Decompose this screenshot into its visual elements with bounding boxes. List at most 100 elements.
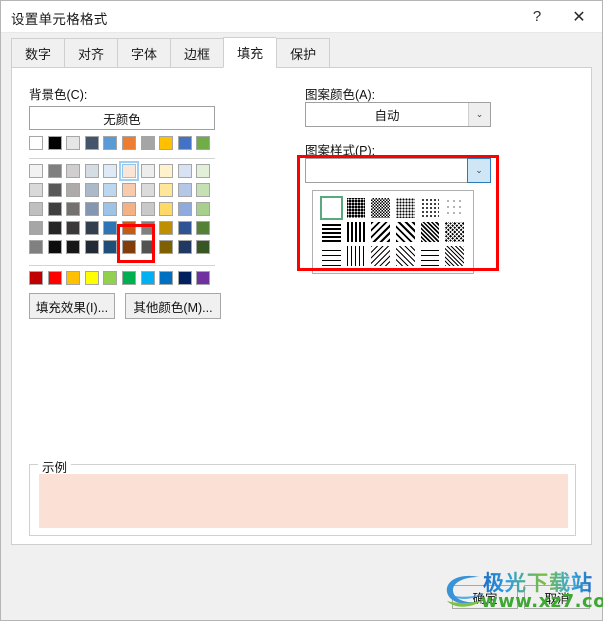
color-swatch[interactable]: [29, 271, 43, 285]
pattern-swatch-diag-up-thin[interactable]: [395, 245, 416, 267]
color-swatch[interactable]: [177, 221, 192, 235]
tab-3[interactable]: 边框: [170, 38, 224, 68]
pattern-swatch-diag-up-thick[interactable]: [395, 221, 416, 243]
pattern-swatch-dots-12[interactable]: [419, 197, 441, 219]
color-swatch[interactable]: [159, 164, 174, 178]
pattern-swatch-vertical-thick[interactable]: [345, 221, 367, 243]
color-swatch[interactable]: [29, 240, 43, 254]
color-swatch[interactable]: [159, 221, 174, 235]
tab-0[interactable]: 数字: [11, 38, 65, 68]
color-swatch[interactable]: [196, 271, 211, 285]
color-swatch[interactable]: [103, 183, 118, 197]
pattern-color-combo[interactable]: 自动 ⌄: [305, 102, 491, 127]
color-swatch[interactable]: [47, 240, 62, 254]
pattern-swatch-crosshatch-thin[interactable]: [444, 245, 466, 267]
color-swatch[interactable]: [103, 271, 118, 285]
cancel-button[interactable]: 取消: [524, 585, 590, 609]
color-swatch[interactable]: [140, 136, 155, 150]
color-swatch[interactable]: [84, 136, 99, 150]
color-swatch[interactable]: [103, 136, 118, 150]
close-icon[interactable]: ✕: [560, 1, 598, 32]
color-swatch[interactable]: [47, 271, 62, 285]
tab-4[interactable]: 填充: [223, 37, 277, 68]
fill-effects-button[interactable]: 填充效果(I)...: [29, 293, 115, 319]
color-swatch[interactable]: [159, 202, 174, 216]
color-swatch[interactable]: [103, 202, 118, 216]
color-swatch[interactable]: [140, 183, 155, 197]
color-swatch[interactable]: [66, 136, 81, 150]
pattern-swatch-crosshatch-thick[interactable]: [444, 221, 466, 243]
color-swatch[interactable]: [196, 202, 211, 216]
pattern-swatch-none[interactable]: [320, 196, 343, 220]
color-swatch[interactable]: [159, 271, 174, 285]
color-swatch[interactable]: [121, 136, 136, 150]
color-swatch[interactable]: [121, 183, 136, 197]
tab-1[interactable]: 对齐: [64, 38, 118, 68]
color-swatch[interactable]: [47, 136, 62, 150]
color-swatch[interactable]: [159, 183, 174, 197]
pattern-swatch-horizontal-thin[interactable]: [321, 245, 342, 267]
color-swatch[interactable]: [159, 136, 174, 150]
color-swatch[interactable]: [196, 164, 211, 178]
pattern-swatch-grid-diag-thick[interactable]: [419, 221, 441, 243]
color-swatch[interactable]: [196, 240, 211, 254]
pattern-swatch-horizontal-thick[interactable]: [321, 221, 342, 243]
more-colors-button[interactable]: 其他颜色(M)...: [125, 293, 221, 319]
color-swatch[interactable]: [140, 240, 155, 254]
chevron-down-icon[interactable]: ⌄: [468, 103, 490, 126]
pattern-swatch-dots-6[interactable]: [444, 197, 466, 219]
color-swatch[interactable]: [103, 240, 118, 254]
tab-2[interactable]: 字体: [117, 38, 171, 68]
color-swatch[interactable]: [29, 183, 43, 197]
color-swatch[interactable]: [177, 164, 192, 178]
pattern-swatch-diag-down-thin[interactable]: [370, 245, 392, 267]
color-swatch[interactable]: [66, 202, 81, 216]
color-swatch[interactable]: [103, 221, 118, 235]
pattern-swatch-diag-down-thick[interactable]: [370, 221, 392, 243]
color-swatch[interactable]: [47, 221, 62, 235]
color-swatch[interactable]: [196, 136, 211, 150]
color-swatch[interactable]: [84, 271, 99, 285]
color-swatch[interactable]: [177, 271, 192, 285]
color-swatch[interactable]: [66, 271, 81, 285]
color-swatch[interactable]: [29, 164, 43, 178]
color-swatch[interactable]: [118, 161, 139, 181]
color-swatch[interactable]: [66, 183, 81, 197]
color-swatch[interactable]: [121, 221, 136, 235]
color-swatch[interactable]: [140, 271, 155, 285]
chevron-down-icon[interactable]: ⌄: [467, 158, 491, 183]
color-swatch[interactable]: [177, 183, 192, 197]
color-swatch[interactable]: [29, 136, 43, 150]
color-swatch[interactable]: [140, 202, 155, 216]
color-swatch[interactable]: [84, 183, 99, 197]
color-swatch[interactable]: [66, 221, 81, 235]
color-swatch[interactable]: [196, 221, 211, 235]
color-swatch[interactable]: [47, 164, 62, 178]
color-swatch[interactable]: [159, 240, 174, 254]
color-swatch[interactable]: [29, 202, 43, 216]
tab-5[interactable]: 保护: [276, 38, 331, 68]
pattern-swatch-dots-50[interactable]: [370, 197, 392, 219]
color-swatch[interactable]: [84, 164, 99, 178]
color-swatch[interactable]: [196, 183, 211, 197]
ok-button[interactable]: 确定: [452, 585, 518, 609]
pattern-swatch-grid-thin[interactable]: [419, 245, 441, 267]
color-swatch[interactable]: [84, 240, 99, 254]
color-swatch[interactable]: [121, 271, 136, 285]
color-swatch[interactable]: [177, 240, 192, 254]
pattern-swatch-vertical-thin[interactable]: [345, 245, 367, 267]
pattern-swatch-dots-25[interactable]: [395, 197, 416, 219]
color-swatch[interactable]: [29, 221, 43, 235]
color-swatch[interactable]: [66, 240, 81, 254]
color-swatch[interactable]: [177, 202, 192, 216]
color-swatch[interactable]: [140, 221, 155, 235]
color-swatch[interactable]: [47, 202, 62, 216]
pattern-swatch-dots-75[interactable]: [345, 197, 367, 219]
color-swatch[interactable]: [121, 202, 136, 216]
color-swatch[interactable]: [177, 136, 192, 150]
color-swatch[interactable]: [121, 240, 136, 254]
color-swatch[interactable]: [84, 202, 99, 216]
color-swatch[interactable]: [47, 183, 62, 197]
color-swatch[interactable]: [66, 164, 81, 178]
help-icon[interactable]: ?: [518, 1, 556, 32]
